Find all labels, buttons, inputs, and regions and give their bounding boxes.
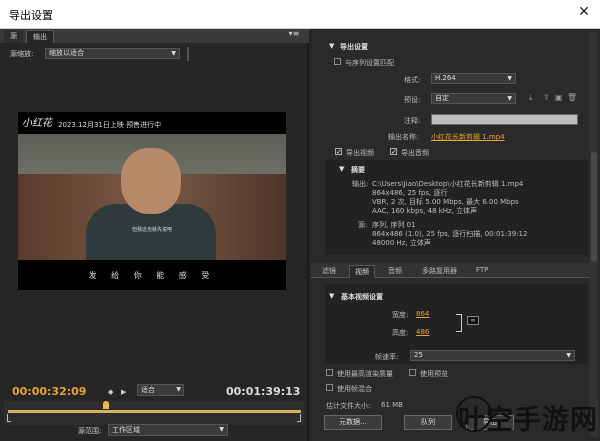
chevron-down-icon: ▼ [219, 426, 224, 433]
summary-source-line: 48000 Hz, 立体声 [372, 239, 431, 247]
scrollbar-thumb[interactable] [591, 152, 597, 262]
summary-output-label: 输出: [352, 180, 369, 188]
metadata-button[interactable]: 元数据... [324, 415, 382, 430]
format-select[interactable]: H.264 ▼ [431, 73, 516, 84]
promo-banner: 小红花 2023.12月31日上映 预售进行中 [18, 112, 286, 134]
title-bar: 导出设置 ✕ [0, 0, 600, 29]
preview-panel: 源 输出 ▾≡ 源缩放: 缩放以适合 ▼ 小红花 2023.12月31日上映 预售… [0, 29, 309, 441]
basic-video-title: 基本视频设置 [341, 293, 383, 301]
current-timecode[interactable]: 00:00:32:09 [12, 385, 86, 398]
max-render-quality-checkbox[interactable] [326, 369, 333, 376]
export-settings-dialog: 导出设置 ✕ 源 输出 ▾≡ 源缩放: 缩放以适合 ▼ 小红花 2023.12月3… [0, 0, 600, 441]
summary-source-label: 源: [358, 221, 368, 229]
tab-multiplexer[interactable]: 多路复用器 [417, 265, 462, 278]
subtitle-main: 发 给 你 能 感 受 [88, 271, 216, 280]
transport-bar: 00:00:32:09 ◆ ▶ 适合 ▼ 00:01:39:13 [0, 381, 309, 401]
est-file-size-value: 61 MB [381, 401, 403, 409]
mark-out-icon[interactable]: ▶ [121, 388, 126, 396]
source-range-label: 源范围: [78, 427, 102, 435]
output-name-label: 输出名称: [388, 133, 419, 141]
chevron-down-icon: ▼ [171, 50, 176, 57]
width-label: 宽度: [392, 311, 409, 319]
divider [187, 47, 189, 61]
frame-rate-label: 帧速率: [375, 353, 399, 361]
notes-label: 注释: [404, 117, 421, 125]
frame-rate-select[interactable]: 25 ▼ [410, 350, 575, 361]
import-preset-icon[interactable]: ⇪ [543, 93, 550, 102]
tab-source[interactable]: 源 [4, 30, 23, 43]
in-point-handle[interactable] [7, 414, 11, 422]
use-preview-checkbox[interactable] [409, 369, 416, 376]
end-timecode: 00:01:39:13 [226, 385, 301, 398]
est-file-size-label: 估计文件大小: [326, 402, 371, 410]
preview-tabs: 源 输出 ▾≡ [0, 29, 309, 43]
chevron-down-icon: ▼ [507, 75, 512, 82]
mark-in-icon[interactable]: ◆ [108, 388, 113, 396]
chevron-down-icon: ▼ [176, 386, 181, 393]
panel-menu-icon[interactable]: ▾≡ [285, 29, 303, 42]
movie-logo: 小红花 [22, 118, 52, 129]
tab-audio[interactable]: 音频 [383, 265, 407, 278]
preset-label: 预设: [404, 96, 421, 104]
source-scale-label: 源缩放: [10, 50, 34, 58]
summary-title: 摘要 [351, 166, 365, 174]
notes-field[interactable] [431, 114, 578, 125]
export-video-checkbox[interactable]: ✓ [335, 148, 342, 156]
summary-output-line: AAC, 160 kbps, 48 kHz, 立体声 [372, 207, 478, 215]
watermark-logo-ring [456, 396, 492, 432]
height-label: 高度: [392, 329, 409, 337]
work-area-bar[interactable] [8, 410, 301, 413]
frame-blend-checkbox[interactable] [326, 384, 333, 391]
settings-tabs: 滤镜 视频 音频 多路复用器 FTP [311, 263, 590, 278]
delete-preset-icon[interactable]: 🗑 [567, 93, 577, 102]
match-sequence-checkbox[interactable] [334, 58, 341, 65]
zoom-fit-select[interactable]: 适合 ▼ [137, 384, 184, 396]
width-value[interactable]: 864 [416, 310, 429, 318]
use-preview-label: 使用预览 [420, 370, 448, 378]
export-video-label: 导出视频 [346, 149, 374, 157]
format-label: 格式: [404, 76, 421, 84]
subtitle-small: 但我这也就先说吧 [131, 227, 172, 233]
out-point-handle[interactable] [297, 414, 301, 422]
chain-link-icon[interactable]: ∞ [467, 316, 479, 325]
collapse-icon[interactable]: ▼ [339, 165, 344, 173]
source-scale-row: 源缩放: 缩放以适合 ▼ [0, 45, 309, 63]
source-scale-select[interactable]: 缩放以适合 ▼ [45, 48, 180, 59]
video-frame: 但我这也就先说吧 [18, 134, 286, 260]
save-preset-icon[interactable]: ⤓ [529, 93, 533, 103]
tab-effects[interactable]: 滤镜 [317, 265, 341, 278]
max-render-quality-label: 使用最高渲染质量 [337, 370, 393, 378]
output-name-link[interactable]: 小红花长新剪辑 1.mp4 [431, 132, 505, 142]
settings-scrollbar[interactable] [590, 32, 598, 437]
chevron-down-icon: ▼ [566, 352, 571, 359]
video-preview: 小红花 2023.12月31日上映 预售进行中 但我这也就先说吧 发 给 你 能… [18, 112, 286, 290]
tab-ftp[interactable]: FTP [471, 265, 493, 278]
site-watermark: 叶空手游网 [456, 396, 600, 441]
chevron-down-icon: ▼ [507, 95, 512, 102]
window-title: 导出设置 [9, 9, 53, 22]
export-audio-checkbox[interactable]: ✓ [390, 148, 397, 156]
queue-button[interactable]: 队列 [404, 415, 452, 430]
close-icon[interactable]: ✕ [576, 4, 592, 20]
frame-blend-label: 使用帧混合 [337, 385, 372, 393]
source-range-select[interactable]: 工作区域 ▼ [108, 424, 228, 436]
tab-video[interactable]: 视频 [349, 265, 375, 278]
match-sequence-label: 与序列设置匹配 [345, 59, 394, 67]
playhead[interactable] [103, 401, 109, 409]
height-value[interactable]: 486 [416, 328, 429, 336]
preset-manager-icon[interactable]: ▣ [555, 93, 563, 102]
tab-output[interactable]: 输出 [26, 30, 54, 43]
collapse-icon[interactable]: ▼ [329, 42, 334, 50]
link-bracket [456, 314, 462, 332]
export-audio-label: 导出音频 [401, 149, 429, 157]
collapse-icon[interactable]: ▼ [329, 292, 334, 300]
person-face [121, 148, 181, 214]
export-settings-title: 导出设置 [340, 43, 368, 51]
source-range-row: 源范围: 工作区域 ▼ [0, 422, 309, 440]
promo-text: 2023.12月31日上映 预售进行中 [58, 121, 162, 129]
preset-select[interactable]: 自定 ▼ [431, 93, 516, 104]
